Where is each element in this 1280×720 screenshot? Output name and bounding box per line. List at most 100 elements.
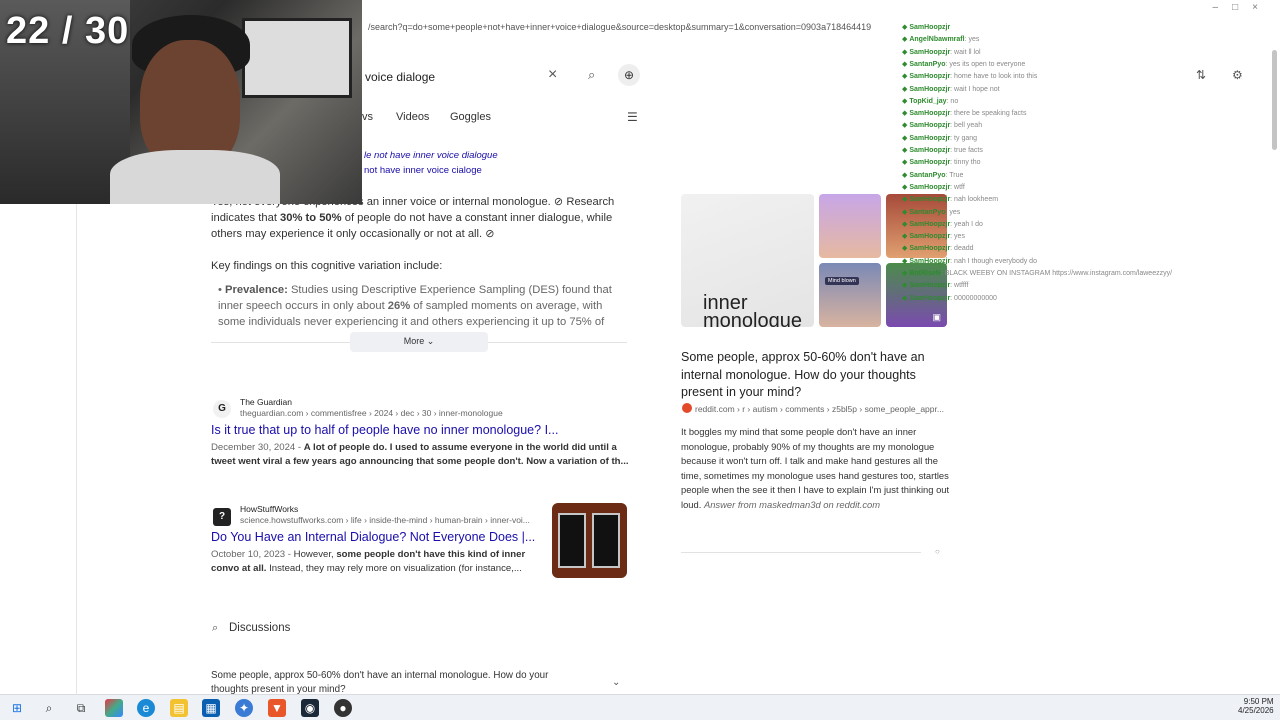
chat-username: SamHoopzjr [909,73,951,81]
chat-message: ◆ SamHoopzjr: bell yeah [902,120,982,132]
chat-message: ◆ SamHoopzjr: nah I though everybody do [902,256,1037,268]
tab-videos[interactable]: Videos [396,111,429,123]
clock[interactable]: 9:50 PM 4/25/2026 [1238,697,1274,715]
chat-message: ◆ SamHoopzjr: home have to look into thi… [902,71,1037,83]
chat-message: ◆ SantanPyo: yes its open to everyone [902,59,1025,71]
chat-message: ◆ SamHoopzjr: nah lookheem [902,194,998,206]
chat-text: : wait ll lol [950,48,981,56]
gallery-icon: ▣ [932,312,941,322]
panel-thumbnail[interactable]: Mind blown [819,263,881,327]
chat-text: : true facts [950,147,983,154]
chat-message: ◆ SamHoopzjr: wait I hope not [902,84,1000,96]
chat-message: ◆ SamHoopzjr: deadd [902,243,974,255]
chat-message: ◆ SamHoopzjr: 00000000000 [902,293,997,305]
result-site[interactable]: HowStuffWorks [240,504,298,514]
chat-text: : yes [964,36,980,44]
divider [681,552,921,553]
chat-message: ◆ SamHoopzjr: tinny tho [902,157,981,169]
search-icon[interactable]: ⌕ [588,67,595,83]
windows-start-icon[interactable]: ⊞ [8,699,26,717]
chat-username: BotRiseN [909,270,941,277]
result-title[interactable]: Do You Have an Internal Dialogue? Not Ev… [211,530,535,544]
suggestion-link[interactable]: not have inner voice cialoge [364,165,482,176]
chat-message: ◆ SamHoopzjr: true facts [902,145,983,157]
clock-date: 4/25/2026 [1238,706,1274,715]
chat-text: : deadd [950,245,974,253]
steam-icon[interactable]: ◉ [301,699,319,717]
reddit-icon [682,403,692,413]
chat-message: ◆ SamHoopzjr: wait ll lol [902,47,981,59]
panel-thumbnail-main[interactable]: inner monologue [681,194,814,327]
chat-username: SamHoopzjr [909,110,951,118]
panel-thumbnail[interactable] [819,194,881,258]
chat-username: SantanPyo [909,171,946,179]
tab-news[interactable]: vs [362,111,373,123]
chat-username: SamHoopzjr [909,48,951,56]
chat-message: ◆ SamHoopzjr: wtff [902,182,965,194]
chat-username: SamHoopzjr [909,183,951,191]
search-box[interactable]: voice dialoge × ⌕ ⊕ [362,62,642,90]
chat-text: : there be speaking facts [950,110,1027,118]
file-explorer-icon[interactable]: ▤ [170,699,188,717]
divider [76,204,77,694]
chat-text: : ty gang [950,134,978,142]
result-title[interactable]: Is it true that up to half of people hav… [211,423,558,437]
obs-icon[interactable]: ● [334,699,352,717]
panel-title[interactable]: Some people, approx 50-60% don't have an… [681,349,951,402]
chat-username: AngelNbawmrafl [909,36,965,44]
result-thumbnail[interactable] [552,503,627,578]
chat-text: : nah I though everybody do [950,257,1037,265]
chat-text: : BLACK WEEBY ON INSTAGRAM https://www.i… [940,270,1173,277]
comment-icon[interactable]: ○ [935,547,940,556]
search-icon[interactable]: ⌕ [40,699,58,717]
brave-icon[interactable]: ▼ [268,699,286,717]
chat-text: : yes [950,233,965,241]
result-path[interactable]: theguardian.com › commentisfree › 2024 ›… [240,408,503,418]
chat-text: : True [945,171,964,179]
chat-message: ◆ SamHoopzjr: yes [902,231,965,243]
result-site[interactable]: The Guardian [240,397,292,407]
chat-text: : yeah I do [950,220,983,228]
more-button[interactable]: More ⌄ [350,332,488,352]
chat-text: : wait I hope not [950,85,1000,93]
gear-icon[interactable]: ⚙ [1232,68,1243,82]
chat-text: : 00000000000 [950,294,997,302]
chat-username: SamHoopzjr [909,233,951,241]
copilot-icon[interactable] [105,699,123,717]
result-path[interactable]: science.howstuffworks.com › life › insid… [240,515,530,525]
webcam-overlay: 22 / 30 [0,0,362,204]
chat-username: SamHoopzjr [909,147,951,154]
network-icon[interactable]: ✦ [235,699,253,717]
tab-goggles[interactable]: Goggles [450,111,491,123]
store-icon[interactable]: ▦ [202,699,220,717]
chat-text: : wtffff [950,282,969,290]
chat-username: SantanPyo [909,60,946,68]
window-controls[interactable]: –□× [1213,2,1272,13]
chat-text: : nah lookheem [950,196,999,204]
chat-username: SamHoopzjr [909,220,951,228]
chevron-down-icon: ⌄ [426,336,435,346]
edge-icon[interactable]: e [137,699,155,717]
chat-username: SamHoopzjr [909,85,951,93]
clear-icon[interactable]: × [548,66,557,84]
guardian-icon: G [213,400,231,418]
chat-username: SamHoopzjr [909,245,951,253]
search-input[interactable]: voice dialoge [365,70,435,84]
panel-body: It boggles my mind that some people don'… [681,426,950,510]
scrollbar-thumb[interactable] [1272,50,1277,150]
task-view-icon[interactable]: ⧉ [72,699,90,717]
ai-search-icon[interactable]: ⊕ [618,64,640,86]
chevron-down-icon[interactable]: ⌄ [612,677,620,688]
progress-counter: 22 / 30 [6,10,130,52]
chat-text: : bell yeah [950,122,983,130]
chat-message: ◆ SantanPyo: True [902,170,963,182]
chat-message: ◆ AngelNbawmrafl: yes [902,34,979,46]
suggestion-link[interactable]: le not have inner voice dialogue [364,150,498,161]
panel-source[interactable]: reddit.com › r › autism › comments › z5b… [695,404,950,414]
thumbnail-label: Mind blown [825,277,859,285]
filter-icon[interactable]: ☰ [627,110,638,124]
result-snippet: December 30, 2024 - A lot of people do. … [211,442,629,467]
chat-text: : home have to look into this [950,73,1038,81]
discussion-item[interactable]: Some people, approx 50-60% don't have an… [211,669,571,694]
chat-message: ◆ SantanPyo: yes [902,207,960,219]
